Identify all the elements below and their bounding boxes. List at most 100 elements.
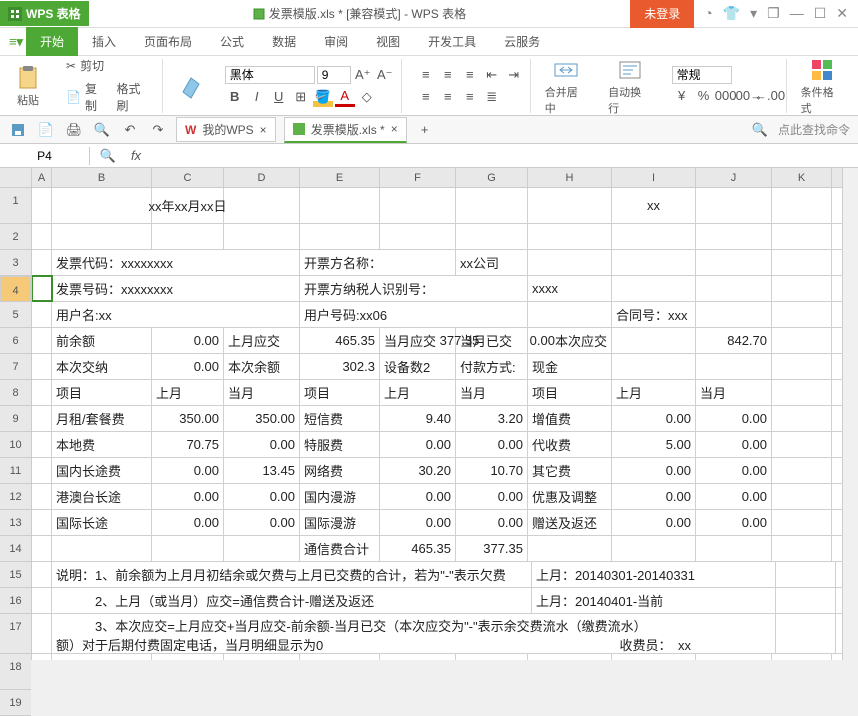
cell[interactable]: 开票方纳税人识别号： <box>300 276 528 301</box>
cell[interactable]: 优惠及调整 <box>528 484 612 509</box>
cell[interactable]: 本次交纳 <box>52 354 152 379</box>
font-size-select[interactable] <box>317 66 351 84</box>
cell[interactable]: 设备数2 <box>380 354 456 379</box>
tab-dev[interactable]: 开发工具 <box>414 27 490 56</box>
fx-cancel-icon[interactable]: 🔍 <box>98 146 118 166</box>
row-header[interactable]: 1 <box>0 188 31 224</box>
cell[interactable]: 0.00 <box>380 432 456 457</box>
cell[interactable]: 上月应交 <box>224 328 300 353</box>
cell[interactable]: 项目 <box>528 380 612 405</box>
italic-icon[interactable]: I <box>247 87 267 107</box>
menu-dropdown-icon[interactable]: ▾ <box>750 5 757 22</box>
maximize-icon[interactable]: ☐ <box>814 5 827 22</box>
align-center-icon[interactable]: ≡ <box>438 87 458 107</box>
shirt-icon[interactable]: 👕 <box>723 5 740 22</box>
cell[interactable]: 0.00 <box>224 432 300 457</box>
cell[interactable]: 0.00 <box>696 458 772 483</box>
cell[interactable]: 842.70 <box>696 328 772 353</box>
formula-input[interactable] <box>154 147 850 165</box>
cell[interactable]: 0.00 <box>300 654 380 660</box>
cell[interactable]: 上月 <box>152 380 224 405</box>
row-header[interactable]: 9 <box>0 406 31 432</box>
redo-icon[interactable]: ↷ <box>148 120 168 140</box>
cell[interactable]: 本地费 <box>52 432 152 457</box>
tab-review[interactable]: 审阅 <box>310 27 362 56</box>
find-command[interactable]: 点此查找命令 <box>778 121 850 138</box>
tab-start[interactable]: 开始 <box>26 27 78 56</box>
cell[interactable]: 0.00 <box>612 510 696 535</box>
cell[interactable]: 其它费 <box>528 458 612 483</box>
cell[interactable]: xx <box>612 188 696 223</box>
cell[interactable]: xx公司 <box>456 250 528 275</box>
cell[interactable]: 当月 <box>696 380 772 405</box>
row-header[interactable]: 10 <box>0 432 31 458</box>
cell[interactable]: 0.00 <box>152 484 224 509</box>
cell[interactable]: 13.45 <box>224 458 300 483</box>
document-tab[interactable]: 发票模版.xls *× <box>284 117 407 143</box>
cell[interactable]: 代收费 <box>528 432 612 457</box>
cell[interactable]: 0.00 <box>152 458 224 483</box>
cell[interactable]: 本次余额 <box>224 354 300 379</box>
cell[interactable]: 0.00 <box>152 510 224 535</box>
search-icon[interactable]: 🔍 <box>750 120 770 140</box>
cell[interactable]: 项目 <box>52 380 152 405</box>
login-button[interactable]: 未登录 <box>630 0 694 28</box>
cell[interactable]: 9.40 <box>380 406 456 431</box>
cell[interactable]: 上月 <box>380 380 456 405</box>
tab-data[interactable]: 数据 <box>258 27 310 56</box>
cell[interactable]: 3.20 <box>456 406 528 431</box>
row-header[interactable]: 18 <box>0 654 31 690</box>
cell[interactable]: 当月 <box>224 380 300 405</box>
underline-icon[interactable]: U <box>269 87 289 107</box>
print-icon[interactable]: 🖨 <box>64 120 84 140</box>
tab-cloud[interactable]: 云服务 <box>490 27 554 56</box>
select-all-corner[interactable] <box>0 168 32 188</box>
cell[interactable]: 国际漫游 <box>300 510 380 535</box>
cell[interactable]: 网络费 <box>300 458 380 483</box>
row-header[interactable]: 6 <box>0 328 31 354</box>
cell[interactable]: 通信费合计 <box>300 536 380 561</box>
bold-icon[interactable]: B <box>225 87 245 107</box>
col-header[interactable]: F <box>380 168 456 187</box>
vertical-scrollbar[interactable] <box>842 168 858 660</box>
row-header[interactable]: 3 <box>0 250 31 276</box>
cell[interactable]: 0.00 <box>456 510 528 535</box>
cell[interactable]: 2、上月（或当月）应交=通信费合计-赠送及返还 <box>52 588 532 613</box>
cell[interactable]: 0.00 <box>612 406 696 431</box>
cell[interactable]: 说明：1、前余额为上月月初结余或欠费与上月已交费的合计，若为"-"表示欠费 <box>52 562 532 587</box>
cell[interactable]: 开票方名称： <box>300 250 456 275</box>
copy-button[interactable]: 📄复制格式刷 <box>62 78 156 116</box>
row-header[interactable]: 15 <box>0 562 31 588</box>
col-header[interactable]: A <box>32 168 52 187</box>
row-header[interactable]: 4 <box>0 276 31 302</box>
new-tab-icon[interactable]: + <box>415 120 435 140</box>
cell[interactable]: 350.00 <box>152 406 224 431</box>
align-right-icon[interactable]: ≡ <box>460 87 480 107</box>
cell[interactable]: 月租/套餐费 <box>52 406 152 431</box>
cell[interactable]: 国内长途费 <box>52 458 152 483</box>
col-header[interactable]: K <box>772 168 832 187</box>
cell[interactable]: 现金 <box>528 354 612 379</box>
row-header[interactable]: 13 <box>0 510 31 536</box>
clear-icon[interactable]: ◇ <box>357 87 377 107</box>
cut-button[interactable]: ✂剪切 <box>62 55 156 76</box>
indent-dec-icon[interactable]: ⇤ <box>482 65 502 85</box>
cell[interactable]: 0.00 <box>612 458 696 483</box>
fmtpaint-button[interactable]: 格式刷 <box>116 80 151 114</box>
tab-view[interactable]: 视图 <box>362 27 414 56</box>
cond-format-button[interactable]: 条件格式 <box>795 56 850 116</box>
grid-body[interactable]: xx年xx月xx日xx 发票代码：xxxxxxxx开票方名称：xx公司 发票号码… <box>32 188 842 660</box>
save-icon[interactable] <box>8 120 28 140</box>
cell[interactable]: 302.3 <box>300 354 380 379</box>
cell[interactable]: 项目 <box>300 380 380 405</box>
merge-center-button[interactable]: 合并居中 <box>539 56 594 116</box>
cell[interactable]: 赠送及返还 <box>528 510 612 535</box>
cell[interactable]: 465.35 <box>300 328 380 353</box>
col-header[interactable]: C <box>152 168 224 187</box>
indent-inc-icon[interactable]: ⇥ <box>504 65 524 85</box>
active-cell[interactable] <box>32 276 52 301</box>
cell[interactable]: 0.00 <box>456 432 528 457</box>
justify-icon[interactable]: ≣ <box>482 87 502 107</box>
cell[interactable]: 上月 <box>612 380 696 405</box>
col-header[interactable]: D <box>224 168 300 187</box>
